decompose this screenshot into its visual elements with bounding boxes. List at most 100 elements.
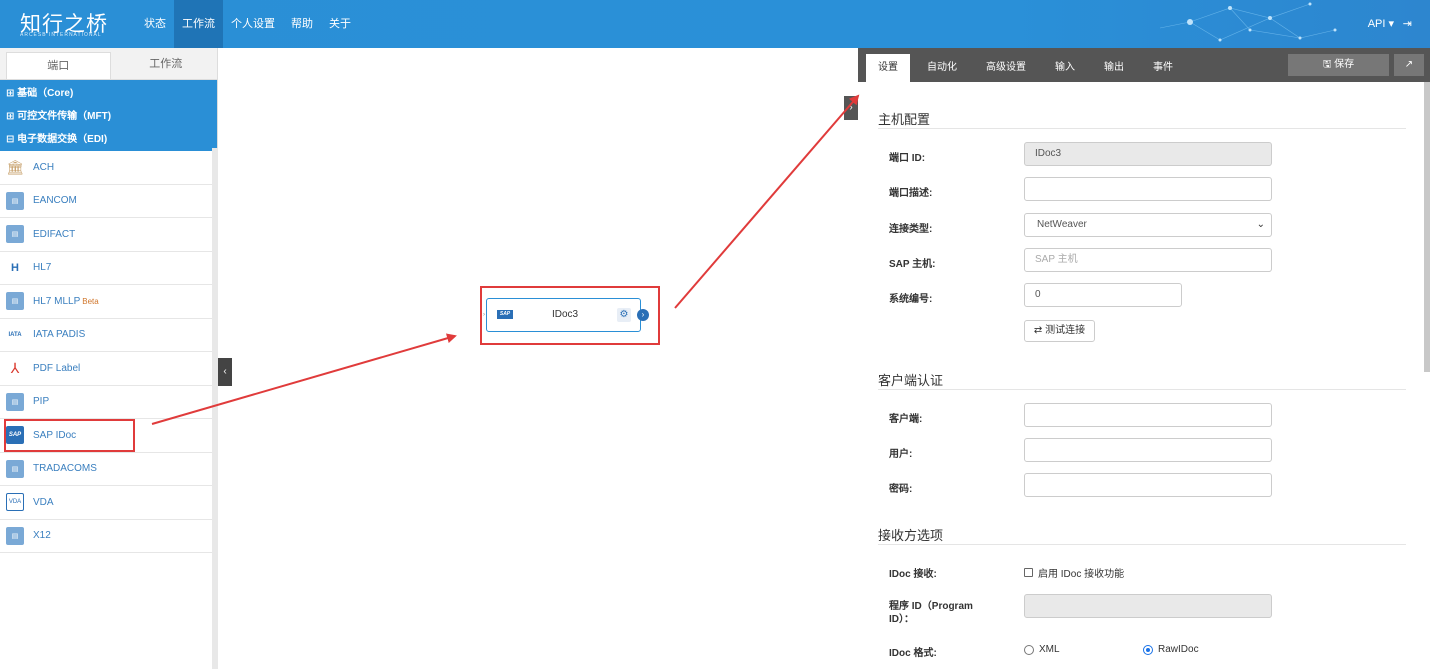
- nav-profile[interactable]: 个人设置: [223, 0, 283, 48]
- connector-ach[interactable]: 🏛 ACH: [0, 151, 212, 185]
- section-client-auth: 客户端认证: [878, 373, 944, 388]
- tab-settings[interactable]: 设置: [866, 54, 910, 82]
- format-xml-radio[interactable]: XML: [1024, 644, 1060, 655]
- nav-about[interactable]: 关于: [321, 0, 359, 48]
- conn-type-label: 连接类型:: [889, 224, 933, 235]
- api-menu[interactable]: API ▾: [1368, 0, 1394, 48]
- category-list: ⊞ 基础（Core) ⊞ 可控文件传输（MFT) ⊟ 电子数据交换（EDI): [0, 80, 217, 151]
- logo[interactable]: 知行之桥 ARCESB INTERNATIONAL: [20, 6, 110, 42]
- connector-tradacoms[interactable]: ▤ TRADACOMS: [0, 453, 212, 486]
- vda-icon: VDA: [6, 493, 24, 512]
- port-id-field[interactable]: IDoc3: [1024, 142, 1272, 166]
- connector-hl7-mllp[interactable]: ▤ HL7 MLLP Beta: [0, 285, 212, 319]
- nav-workflow[interactable]: 工作流: [174, 0, 223, 48]
- conn-type-select[interactable]: NetWeaver ⌄: [1024, 213, 1272, 237]
- connector-label: EDIFACT: [33, 228, 76, 240]
- port-desc-label: 端口描述:: [889, 188, 933, 199]
- category-mft[interactable]: ⊞ 可控文件传输（MFT): [0, 105, 217, 128]
- sys-no-field[interactable]: 0: [1024, 283, 1182, 307]
- section-host-config: 主机配置: [878, 112, 931, 127]
- connector-x12[interactable]: ▤ X12: [0, 520, 212, 553]
- radio-label: RawIDoc: [1158, 644, 1199, 655]
- arrow-node-to-settings: [674, 94, 860, 309]
- properties-scrollbar[interactable]: [1424, 82, 1430, 372]
- chevron-down-icon: ⌄: [1256, 219, 1265, 230]
- nav-status[interactable]: 状态: [136, 0, 174, 48]
- logo-subtitle: ARCESB INTERNATIONAL: [20, 32, 102, 38]
- palette-scrollbar[interactable]: [212, 148, 218, 669]
- connector-label: VDA: [33, 496, 54, 508]
- properties-tabbar: 设置 自动化 高级设置 输入 输出 事件 🖫 保存 ↗: [858, 48, 1430, 82]
- radio-label: XML: [1039, 644, 1060, 655]
- format-rawidoc-radio[interactable]: RawIDoc: [1143, 644, 1199, 655]
- test-connection-button[interactable]: ⇄ 测试连接: [1024, 320, 1095, 342]
- user-label: 用户:: [889, 449, 913, 460]
- tab-input[interactable]: 输入: [1043, 54, 1087, 82]
- connector-label: PIP: [33, 396, 50, 408]
- document-icon: ▤: [6, 225, 24, 244]
- connector-label: HL7: [33, 262, 52, 274]
- logout-icon[interactable]: ⇥: [1403, 0, 1412, 48]
- tab-ports[interactable]: 端口: [6, 52, 111, 79]
- section-receiver-options: 接收方选项: [878, 528, 944, 543]
- connector-list: 🏛 ACH ▤ EANCOM ▤ EDIFACT H HL7 ▤ HL7 MLL…: [0, 151, 217, 553]
- connector-edifact[interactable]: ▤ EDIFACT: [0, 218, 212, 252]
- idoc-recv-checkbox[interactable]: 启用 IDoc 接收功能: [1024, 565, 1124, 580]
- save-button[interactable]: 🖫 保存: [1288, 54, 1389, 76]
- connector-iata-padis[interactable]: IATA IATA PADIS: [0, 319, 212, 352]
- connector-label: PDF Label: [33, 362, 81, 374]
- connector-label: IATA PADIS: [33, 329, 86, 341]
- connector-pdf-label[interactable]: ⅄ PDF Label: [0, 352, 212, 386]
- collapse-right-panel-button[interactable]: ›: [844, 96, 858, 120]
- connector-label: EANCOM: [33, 195, 77, 207]
- palette-tabs: 端口 工作流: [0, 48, 217, 80]
- program-id-field[interactable]: [1024, 594, 1272, 618]
- password-field[interactable]: [1024, 473, 1272, 497]
- properties-tabs: 设置 自动化 高级设置 输入 输出 事件: [866, 54, 1190, 82]
- external-link-icon[interactable]: ↗: [1394, 54, 1424, 76]
- collapse-left-panel-button[interactable]: ‹: [218, 358, 232, 386]
- connector-label: ACH: [33, 161, 55, 173]
- tab-events[interactable]: 事件: [1141, 54, 1185, 82]
- connector-vda[interactable]: VDA VDA: [0, 486, 212, 520]
- connector-label: TRADACOMS: [33, 463, 97, 475]
- connector-hl7[interactable]: H HL7: [0, 252, 212, 285]
- bank-icon: 🏛: [6, 158, 24, 177]
- tab-advanced[interactable]: 高级设置: [974, 54, 1038, 82]
- properties-panel: 设置 自动化 高级设置 输入 输出 事件 🖫 保存 ↗ 主机配置 端口 ID: …: [858, 48, 1430, 669]
- sys-no-label: 系统编号:: [889, 294, 933, 305]
- connector-palette: 端口 工作流 ⊞ 基础（Core) ⊞ 可控文件传输（MFT) ⊟ 电子数据交换…: [0, 48, 218, 669]
- beta-badge: Beta: [82, 296, 99, 306]
- sap-host-field[interactable]: SAP 主机: [1024, 248, 1272, 272]
- radio-dot-selected: [1143, 644, 1153, 655]
- nav-help[interactable]: 帮助: [283, 0, 321, 48]
- document-icon: ▤: [6, 526, 24, 545]
- document-icon: ▤: [6, 191, 24, 210]
- hl7-icon: H: [6, 258, 24, 277]
- connector-label: HL7 MLLP: [33, 295, 81, 307]
- radio-dot: [1024, 644, 1034, 655]
- divider: [878, 544, 1406, 545]
- port-id-label: 端口 ID:: [889, 153, 926, 164]
- tab-output[interactable]: 输出: [1092, 54, 1136, 82]
- tab-workflows[interactable]: 工作流: [115, 48, 218, 79]
- checkbox-box: [1024, 568, 1033, 577]
- divider: [878, 128, 1406, 129]
- connector-label: X12: [33, 530, 51, 542]
- highlight-node: [480, 286, 660, 345]
- sap-host-label: SAP 主机:: [889, 259, 936, 270]
- idoc-format-label: IDoc 格式:: [889, 648, 937, 659]
- user-field[interactable]: [1024, 438, 1272, 462]
- category-core[interactable]: ⊞ 基础（Core): [0, 82, 217, 105]
- main-nav: 状态 工作流 个人设置 帮助 关于: [136, 0, 359, 48]
- iata-icon: IATA: [6, 325, 24, 344]
- checkbox-label: 启用 IDoc 接收功能: [1038, 569, 1125, 580]
- port-desc-field[interactable]: [1024, 177, 1272, 201]
- client-field[interactable]: [1024, 403, 1272, 427]
- divider: [878, 389, 1406, 390]
- connector-pip[interactable]: ▤ PIP: [0, 386, 212, 419]
- tab-automation[interactable]: 自动化: [915, 54, 969, 82]
- connector-eancom[interactable]: ▤ EANCOM: [0, 185, 212, 218]
- password-label: 密码:: [889, 484, 913, 495]
- category-edi[interactable]: ⊟ 电子数据交换（EDI): [0, 128, 217, 151]
